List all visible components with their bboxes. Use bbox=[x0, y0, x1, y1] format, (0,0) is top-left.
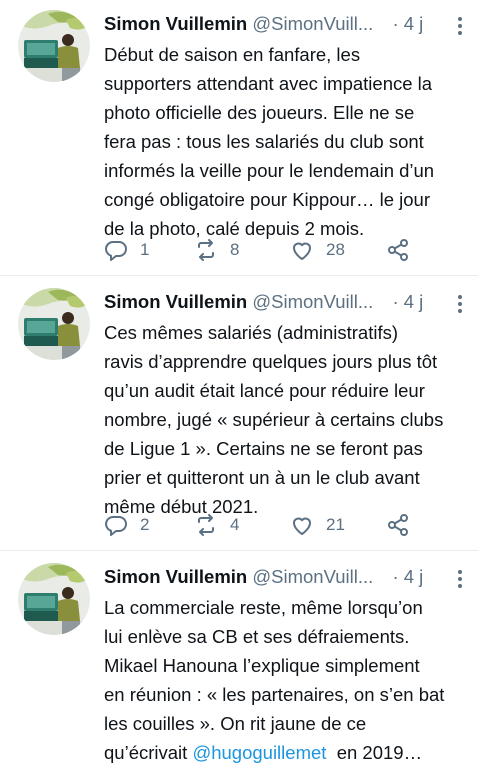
more-icon[interactable] bbox=[450, 294, 470, 314]
divider bbox=[0, 275, 478, 276]
share-button[interactable] bbox=[386, 235, 410, 265]
tweet-text-line: qu’écrivait @hugoguillemet en 2019… bbox=[104, 738, 474, 767]
author-handle[interactable]: @SimonVuill... bbox=[252, 291, 373, 312]
separator-dot: · bbox=[392, 291, 399, 312]
tweet-text-line: prier et quitteront un à un le club avan… bbox=[104, 467, 420, 488]
tweet-text-line: de Ligue 1 ». Certains ne se feront pas bbox=[104, 438, 423, 459]
like-icon bbox=[293, 242, 311, 260]
tweet-3[interactable]: Simon Vuillemin @SimonVuill... · 4 j La … bbox=[0, 563, 478, 763]
tweet-text-line: photo officielle des joueurs. Elle ne se bbox=[104, 102, 415, 123]
timestamp[interactable]: 4 j bbox=[404, 291, 424, 312]
profile-picture bbox=[18, 10, 90, 82]
like-count: 28 bbox=[326, 240, 345, 259]
tweet-text-line: fera pas : tous les salariés du club son… bbox=[104, 131, 424, 152]
tweet-text-fragment: qu’écrivait bbox=[104, 742, 193, 763]
tweet-text-line: congé obligatoire pour Kippour… le jour bbox=[104, 189, 431, 210]
tweet-1[interactable]: Simon Vuillemin @SimonVuill... · 4 j Déb… bbox=[0, 10, 478, 272]
more-icon[interactable] bbox=[450, 569, 470, 589]
tweet-text-line: qu’un audit était lancé pour réduire leu… bbox=[104, 380, 425, 401]
share-icon bbox=[388, 239, 408, 261]
retweet-count: 8 bbox=[230, 240, 240, 259]
tweet-text-line: les couilles ». On rit jaune de ce bbox=[104, 713, 367, 734]
reply-button[interactable]: 2 bbox=[104, 510, 149, 540]
tweet-text-line: lui enlève sa CB et ses défraiements. bbox=[104, 626, 410, 647]
tweet-text-line: Ces mêmes salariés (administratifs) bbox=[104, 322, 399, 343]
avatar[interactable] bbox=[18, 563, 90, 635]
author-name[interactable]: Simon Vuillemin bbox=[104, 13, 247, 34]
tweet-actions: 1 8 28 bbox=[104, 235, 464, 265]
separator-dot: · bbox=[392, 13, 399, 34]
retweet-icon bbox=[198, 239, 214, 261]
author-handle[interactable]: @SimonVuill... bbox=[252, 13, 373, 34]
profile-picture bbox=[18, 563, 90, 635]
like-count: 21 bbox=[326, 515, 345, 534]
timestamp[interactable]: 4 j bbox=[404, 13, 424, 34]
avatar[interactable] bbox=[18, 10, 90, 82]
reply-count: 1 bbox=[140, 240, 150, 259]
reply-icon bbox=[105, 241, 127, 261]
tweet-text: Début de saison en fanfare, les supporte… bbox=[104, 40, 474, 243]
like-icon bbox=[293, 517, 311, 535]
tweet-text-line: supporters attendant avec impatience la bbox=[104, 73, 433, 94]
retweet-count: 4 bbox=[230, 515, 240, 534]
like-button[interactable]: 28 bbox=[290, 235, 345, 265]
share-icon bbox=[388, 514, 408, 536]
author-name[interactable]: Simon Vuillemin bbox=[104, 291, 247, 312]
tweet-text-line: ravis d’apprendre quelques jours plus tô… bbox=[104, 351, 438, 372]
tweet-text-line: Mikael Hanouna l’explique simplement bbox=[104, 655, 420, 676]
reply-count: 2 bbox=[140, 515, 150, 534]
retweet-icon bbox=[198, 514, 214, 536]
tweet-text-line: nombre, jugé « supérieur à certains club… bbox=[104, 409, 444, 430]
reply-button[interactable]: 1 bbox=[104, 235, 149, 265]
reply-icon bbox=[105, 516, 127, 536]
tweet-text-line: Début de saison en fanfare, les bbox=[104, 44, 361, 65]
avatar[interactable] bbox=[18, 288, 90, 360]
tweet-text-fragment: en 2019… bbox=[326, 742, 423, 763]
retweet-button[interactable]: 4 bbox=[194, 510, 239, 540]
author-handle[interactable]: @SimonVuill... bbox=[252, 566, 373, 587]
tweet-text-line: informés la veille pour le lendemain d’u… bbox=[104, 160, 435, 181]
tweet-text-line: La commerciale reste, même lorsqu’on bbox=[104, 597, 423, 618]
like-button[interactable]: 21 bbox=[290, 510, 345, 540]
separator-dot: · bbox=[392, 566, 399, 587]
timestamp[interactable]: 4 j bbox=[404, 566, 424, 587]
share-button[interactable] bbox=[386, 510, 410, 540]
retweet-button[interactable]: 8 bbox=[194, 235, 239, 265]
tweet-text: La commerciale reste, même lorsqu’on lui… bbox=[104, 593, 474, 767]
tweet-header: Simon Vuillemin @SimonVuill... · 4 j bbox=[104, 10, 466, 38]
more-icon[interactable] bbox=[450, 16, 470, 36]
divider bbox=[0, 550, 478, 551]
mention-link[interactable]: @hugoguillemet bbox=[192, 742, 326, 763]
tweet-2[interactable]: Simon Vuillemin @SimonVuill... · 4 j Ces… bbox=[0, 288, 478, 550]
tweet-text-line: en réunion : « les partenaires, on s’en … bbox=[104, 684, 445, 705]
author-name[interactable]: Simon Vuillemin bbox=[104, 566, 247, 587]
tweet-header: Simon Vuillemin @SimonVuill... · 4 j bbox=[104, 288, 466, 316]
tweet-actions: 2 4 21 bbox=[104, 510, 464, 540]
profile-picture bbox=[18, 288, 90, 360]
tweet-header: Simon Vuillemin @SimonVuill... · 4 j bbox=[104, 563, 466, 591]
tweet-text: Ces mêmes salariés (administratifs) ravi… bbox=[104, 318, 474, 521]
